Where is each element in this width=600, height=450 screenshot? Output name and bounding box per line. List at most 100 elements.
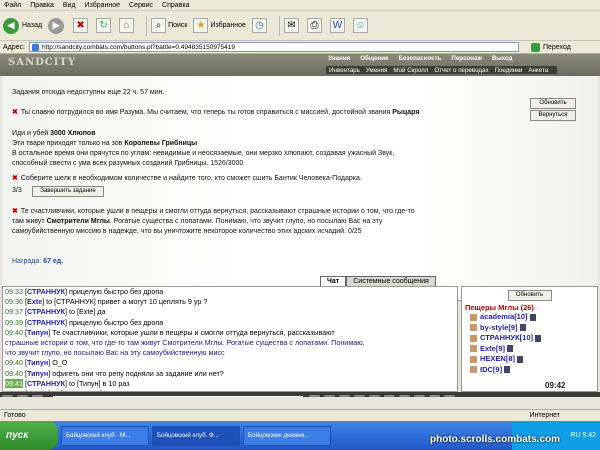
menu-view[interactable]: Вид	[63, 2, 76, 9]
location-panel: Обновить Пещеры Мглы (26) academia[10] by…	[461, 286, 598, 392]
chat-time: 09:41	[5, 378, 23, 388]
address-bar: Адрес: http://sandcity.combats.com/butto…	[0, 41, 600, 54]
nav-transfers[interactable]: Отчет о переводах	[434, 67, 488, 74]
search-button[interactable]: ⌕ Поиск	[151, 18, 187, 33]
player-item[interactable]: by-style[9]	[462, 323, 597, 334]
chat-nick[interactable]: СТРАННУК	[27, 307, 65, 316]
menu-bar: Файл Правка Вид Избранное Сервис Справка	[0, 0, 600, 11]
quest-kill: Иди и убей 3000 Хлюпов Эти твари приходя…	[12, 129, 394, 169]
sub-nav: Инвентарь Умения Мой Скролл Отчет о пере…	[326, 66, 558, 74]
close-icon[interactable]: ✖	[12, 109, 18, 116]
chat-line: страшные истории о том, что где-то там ж…	[3, 338, 457, 348]
nav-inventory[interactable]: Инвентарь	[329, 67, 360, 74]
nav-security[interactable]: Безопасность	[399, 55, 442, 62]
chat-message: ] прицелую быстро без дропа	[65, 317, 164, 327]
player-item[interactable]: СТРАННУК[10]	[462, 333, 597, 344]
quest-mist-target: Смотрители Мглы	[46, 218, 110, 225]
info-icon[interactable]	[507, 345, 514, 353]
player-item[interactable]: Exte[9]	[462, 344, 597, 355]
chat-nick[interactable]: Exte	[27, 297, 42, 306]
menu-edit[interactable]: Правка	[30, 2, 54, 9]
chat-nick[interactable]: СТРАННУК	[27, 318, 65, 327]
search-icon: ⌕	[151, 18, 167, 33]
player-item[interactable]: IDC[9]	[462, 365, 597, 376]
quest-silk: ✖ Соберите шелк в необходимом количестве …	[12, 174, 362, 184]
info-icon[interactable]	[519, 324, 526, 332]
nav-scroll[interactable]: Мой Скролл	[393, 67, 428, 74]
history-button[interactable]: ◷	[251, 18, 269, 33]
quest-knight-rank: Рыцаря	[392, 109, 420, 116]
menu-help[interactable]: Справка	[162, 2, 189, 9]
chat-time: 09:36	[5, 297, 23, 307]
home-button[interactable]: ⌂	[119, 18, 136, 33]
chat-nick[interactable]: Типун	[27, 369, 48, 378]
chat-nick[interactable]: СТРАННУК	[27, 287, 65, 296]
player-item[interactable]: academia[10]	[462, 312, 597, 323]
chat-time: 09:33	[5, 287, 23, 296]
back-arrow-icon: ◀	[3, 17, 19, 34]
game-clock: 09:42	[545, 381, 566, 390]
chat-log[interactable]: 09:33 [СТРАННУК] прицелую быстро без дро…	[2, 286, 458, 392]
stop-icon: ✖	[73, 18, 89, 33]
mail-button[interactable]: ✉	[283, 18, 301, 33]
clan-icon	[470, 345, 477, 353]
info-icon[interactable]	[517, 355, 524, 363]
chat-line: 09:40 [Типун] офигеть они что репу подня…	[3, 369, 457, 379]
player-name: by-style[9]	[480, 322, 518, 332]
edit-icon: W	[329, 18, 345, 33]
chat-nick[interactable]: СТРАННУК	[27, 379, 65, 388]
task-item[interactable]: Бойцовские дневни...	[243, 425, 331, 446]
address-input[interactable]: http://sandcity.combats.com/buttons.pl?b…	[28, 42, 519, 52]
info-icon[interactable]	[534, 334, 541, 342]
nav-profile[interactable]: Анкета	[528, 67, 548, 74]
address-label: Адрес:	[3, 43, 25, 51]
close-icon[interactable]: ✖	[12, 208, 18, 215]
quest-availability: Задания отсюда недоступны еще 22 ч. 57 м…	[12, 89, 165, 96]
nav-duels[interactable]: Поединки	[495, 67, 523, 74]
task-item[interactable]: Бойцовский клуб - М...	[61, 425, 149, 446]
nav-character[interactable]: Персонаж	[451, 55, 481, 62]
nav-exit[interactable]: Выход	[492, 55, 513, 62]
menu-favorites[interactable]: Избранное	[85, 2, 120, 9]
chat-nick[interactable]: Типун	[27, 358, 48, 367]
task-item[interactable]: Бойцовский клуб. Ф...	[152, 425, 240, 446]
menu-tools[interactable]: Сервис	[129, 2, 153, 9]
close-icon[interactable]: ✖	[12, 175, 18, 182]
quest-mist: ✖ Те счастливчики, которые ушли в пещеры …	[12, 207, 415, 237]
player-item[interactable]: HEXEN[8]	[462, 354, 597, 365]
nav-skills[interactable]: Умения	[366, 67, 388, 74]
edit-button[interactable]: W	[329, 18, 347, 33]
quest-mist-text: Те счастливчики, которые ушли в пещеры и…	[20, 208, 415, 215]
back-button[interactable]: ◀ Назад	[3, 17, 42, 34]
menu-file[interactable]: Файл	[4, 2, 21, 9]
stop-button[interactable]: ✖	[73, 18, 90, 33]
chat-nick[interactable]: Типун	[27, 328, 48, 337]
sandcity-logo: SANDCITY	[8, 57, 77, 68]
mail-icon: ✉	[283, 18, 299, 33]
forward-arrow-icon: ▶	[48, 17, 65, 34]
info-icon[interactable]	[504, 366, 511, 374]
player-name: academia[10]	[480, 312, 528, 321]
refresh-button[interactable]: ↻	[96, 18, 113, 33]
update-button[interactable]: Обновить	[530, 98, 576, 109]
go-button[interactable]: Переход	[530, 42, 571, 52]
messenger-button[interactable]: ☺	[352, 18, 370, 33]
quest-mist-progress: самоубийственную миссию в надежде, что в…	[12, 228, 362, 235]
print-button[interactable]: ⎙	[306, 18, 324, 33]
go-label: Переход	[542, 43, 571, 51]
chat-time: 09:40	[5, 358, 23, 368]
home-icon: ⌂	[119, 18, 135, 33]
toolbar: ◀ Назад ▶ ✖ ↻ ⌂ ⌕ Поиск ★ Избранное ◷ ✉ ⎙ W…	[0, 11, 600, 41]
favorites-button[interactable]: ★ Избранное	[193, 18, 246, 33]
toolbar-divider	[278, 15, 280, 36]
forward-button[interactable]: ▶	[48, 17, 67, 34]
return-button[interactable]: Вернуться	[530, 110, 576, 121]
refresh-players-button[interactable]: Обновить	[507, 290, 552, 301]
reward-label: Награда:	[12, 258, 42, 265]
nav-knowledge[interactable]: Знания	[328, 55, 350, 62]
refresh-icon: ↻	[96, 18, 112, 33]
info-icon[interactable]	[529, 313, 536, 321]
nav-communication[interactable]: Общение	[360, 55, 388, 62]
finish-quest-button[interactable]: Завершить задание	[32, 186, 104, 197]
start-button[interactable]: пуск	[0, 421, 58, 450]
